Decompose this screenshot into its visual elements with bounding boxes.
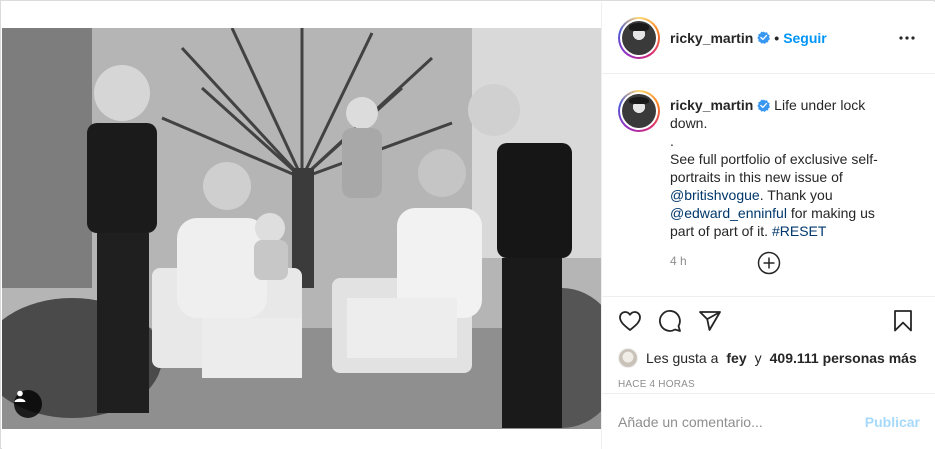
tagged-users-button[interactable]: [14, 390, 42, 418]
likes-join: y: [754, 350, 762, 366]
likes-prefix: Les gusta a: [646, 350, 719, 366]
author-avatar[interactable]: [618, 16, 660, 59]
heart-icon: [619, 311, 641, 331]
verified-badge-icon: [757, 99, 771, 112]
save-button[interactable]: [883, 301, 923, 341]
action-bar: [602, 297, 935, 345]
comment-button[interactable]: [650, 301, 690, 341]
comments-section: ricky_martin Life under lock down. . See…: [602, 74, 935, 297]
share-icon: [699, 311, 721, 331]
header-separator-dot: •: [774, 29, 780, 46]
person-icon: [14, 390, 26, 402]
publish-button[interactable]: Publicar: [865, 414, 920, 430]
more-options-icon[interactable]: [895, 26, 919, 50]
mention-britishvogue[interactable]: @britishvogue: [670, 187, 760, 203]
post-photo-container: [2, 2, 601, 449]
caption-line-3: See full portfolio of exclusive self-por…: [670, 151, 878, 185]
avatar-image: [622, 94, 656, 128]
hashtag-reset[interactable]: #RESET: [772, 223, 826, 239]
author-username[interactable]: ricky_martin: [670, 30, 753, 46]
share-button[interactable]: [690, 301, 730, 341]
bookmark-icon: [894, 310, 912, 332]
caption-line-2: .: [670, 133, 674, 149]
like-button[interactable]: [610, 301, 650, 341]
caption-time[interactable]: 4 h: [670, 254, 919, 268]
liker-avatar[interactable]: [618, 348, 638, 368]
caption-username[interactable]: ricky_martin: [670, 97, 753, 113]
caption-text: ricky_martin Life under lock down. . See…: [670, 96, 900, 240]
plus-circle-icon: [757, 251, 781, 275]
post-dialog: ricky_martin • Seguir ricky_martin Life …: [0, 0, 935, 449]
liker-username[interactable]: fey: [726, 350, 746, 366]
caption: ricky_martin Life under lock down. . See…: [618, 90, 919, 240]
mention-edward-enninful[interactable]: @edward_enninful: [670, 205, 787, 221]
comment-input[interactable]: [618, 413, 865, 430]
caption-line-4: . Thank you: [759, 187, 833, 203]
verified-badge-icon: [757, 31, 771, 44]
caption-author-avatar[interactable]: [618, 90, 660, 132]
comment-icon: [659, 310, 681, 332]
post-photo[interactable]: [2, 28, 601, 429]
load-more-comments-button[interactable]: [757, 251, 781, 275]
follow-button[interactable]: Seguir: [783, 30, 827, 46]
photo-illustration: [2, 28, 601, 429]
likes-count[interactable]: 409.111 personas más: [770, 350, 917, 366]
post-header: ricky_martin • Seguir: [602, 2, 935, 74]
likes-summary: Les gusta a fey y 409.111 personas más: [602, 345, 935, 371]
post-sidebar: ricky_martin • Seguir ricky_martin Life …: [601, 2, 935, 449]
add-comment-form: Publicar: [602, 393, 935, 449]
avatar-image: [622, 20, 656, 55]
